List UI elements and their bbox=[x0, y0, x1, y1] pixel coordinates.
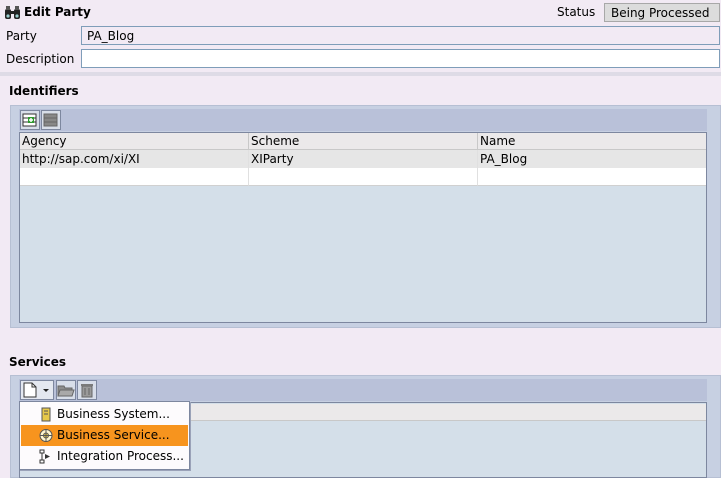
identifiers-title: Identifiers bbox=[9, 84, 79, 98]
menu-item-label: Business System... bbox=[57, 407, 170, 421]
services-table-header bbox=[186, 404, 706, 421]
column-header-scheme[interactable]: Scheme bbox=[249, 133, 478, 150]
new-document-icon bbox=[23, 382, 37, 398]
status-label: Status bbox=[557, 5, 596, 19]
open-folder-icon bbox=[57, 385, 75, 397]
new-service-button[interactable] bbox=[20, 380, 54, 400]
new-service-menu: Business System... Business Service... I… bbox=[19, 401, 190, 470]
column-header-agency[interactable]: Agency bbox=[20, 133, 249, 150]
description-field[interactable] bbox=[81, 49, 720, 68]
insert-row-icon bbox=[22, 113, 37, 127]
description-label: Description bbox=[6, 52, 75, 66]
table-cell-scheme-empty[interactable] bbox=[249, 168, 478, 186]
delete-row-icon bbox=[43, 113, 58, 127]
delete-service-button[interactable] bbox=[77, 380, 97, 400]
delete-row-button[interactable] bbox=[41, 110, 61, 130]
table-cell-name[interactable]: PA_Blog bbox=[478, 150, 706, 168]
identifiers-toolbar bbox=[19, 109, 707, 131]
page-title: Edit Party bbox=[24, 5, 91, 19]
services-toolbar bbox=[19, 379, 707, 401]
party-field[interactable]: PA_Blog bbox=[81, 26, 720, 45]
party-label: Party bbox=[6, 29, 37, 43]
menu-item-business-service[interactable]: Business Service... bbox=[21, 425, 188, 446]
binoculars-icon bbox=[4, 4, 22, 22]
menu-item-label: Business Service... bbox=[57, 428, 170, 442]
trash-icon bbox=[81, 384, 93, 398]
table-cell-scheme[interactable]: XIParty bbox=[249, 150, 478, 168]
integration-process-icon bbox=[39, 449, 50, 464]
business-service-icon bbox=[39, 429, 53, 442]
insert-row-button[interactable] bbox=[20, 110, 40, 130]
column-header-name[interactable]: Name bbox=[478, 133, 706, 150]
menu-item-label: Integration Process... bbox=[57, 449, 184, 463]
dropdown-arrow-icon bbox=[43, 389, 49, 392]
menu-item-business-system[interactable]: Business System... bbox=[21, 404, 188, 425]
services-title: Services bbox=[9, 355, 67, 369]
table-cell-agency-empty[interactable] bbox=[20, 168, 249, 186]
open-service-button[interactable] bbox=[56, 380, 76, 400]
header-divider bbox=[0, 72, 721, 76]
status-field: Being Processed bbox=[604, 3, 720, 22]
menu-item-integration-process[interactable]: Integration Process... bbox=[21, 446, 188, 467]
table-cell-agency[interactable]: http://sap.com/xi/XI bbox=[20, 150, 249, 168]
identifiers-table: Agency Scheme Name http://sap.com/xi/XI … bbox=[19, 132, 707, 323]
business-system-icon bbox=[41, 407, 51, 422]
table-cell-name-empty[interactable] bbox=[478, 168, 706, 186]
